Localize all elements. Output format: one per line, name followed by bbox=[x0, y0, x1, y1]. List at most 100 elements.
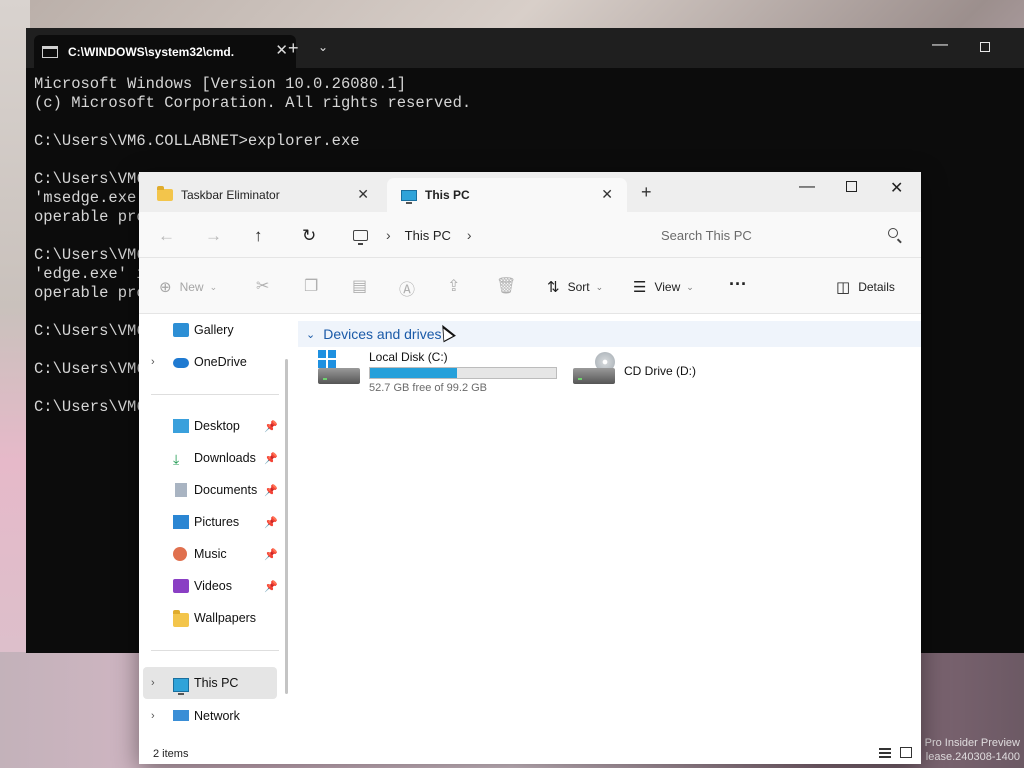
chevron-down-icon: ⌄ bbox=[209, 281, 218, 292]
nav-divider bbox=[151, 650, 279, 651]
cmd-line bbox=[34, 113, 471, 132]
group-header-devices[interactable]: ⌄ Devices and drives bbox=[298, 321, 921, 347]
details-view-icon[interactable] bbox=[879, 748, 891, 758]
paste-icon[interactable]: ▤ bbox=[352, 276, 367, 296]
cut-icon[interactable]: ✂ bbox=[256, 276, 269, 296]
tiles-view-icon[interactable] bbox=[900, 747, 912, 758]
minimize-button[interactable]: — bbox=[932, 36, 948, 54]
address-bar[interactable]: › This PC › bbox=[345, 219, 637, 251]
sidebar-item-videos[interactable]: Videos 📌 bbox=[139, 572, 289, 600]
back-arrow-icon[interactable]: ← bbox=[158, 226, 175, 246]
pin-icon[interactable]: 📌 bbox=[264, 420, 278, 433]
sidebar-item-label: Gallery bbox=[194, 323, 234, 337]
sidebar-item-onedrive[interactable]: › OneDrive bbox=[139, 348, 289, 376]
close-tab-icon[interactable]: ✕ bbox=[601, 186, 613, 203]
drive-name: Local Disk (C:) bbox=[369, 350, 448, 364]
group-header-label: Devices and drives bbox=[323, 326, 442, 342]
breadcrumb-this-pc[interactable]: This PC bbox=[405, 228, 451, 243]
sidebar-item-label: Desktop bbox=[194, 419, 240, 433]
sidebar-item-downloads[interactable]: ⤓ Downloads 📌 bbox=[139, 444, 289, 472]
chevron-right-icon[interactable]: › bbox=[467, 227, 472, 243]
sidebar-item-label: Downloads bbox=[194, 451, 256, 465]
close-window-button[interactable]: ✕ bbox=[890, 178, 903, 198]
maximize-button[interactable] bbox=[846, 181, 857, 192]
sidebar-item-desktop[interactable]: Desktop 📌 bbox=[139, 412, 289, 440]
cmd-titlebar[interactable]: C:\WINDOWS\system32\cmd. ✕ + ⌄ — bbox=[26, 28, 1024, 68]
up-arrow-icon[interactable]: ↑ bbox=[254, 226, 263, 246]
share-icon[interactable]: ⇪ bbox=[447, 276, 460, 296]
nav-scrollbar[interactable] bbox=[285, 359, 288, 694]
chevron-right-icon[interactable]: › bbox=[151, 710, 155, 722]
watermark-line-2: lease.240308-1400 bbox=[925, 751, 1020, 763]
view-button[interactable]: ☰ View ⌄ bbox=[633, 278, 694, 296]
details-pane-icon: ◫ bbox=[836, 279, 851, 296]
sidebar-item-music[interactable]: Music 📌 bbox=[139, 540, 289, 568]
drive-cd-d[interactable]: CD Drive (D:) bbox=[573, 350, 696, 388]
delete-icon[interactable]: 🗑 bbox=[496, 276, 516, 296]
pin-icon[interactable]: 📌 bbox=[264, 580, 278, 593]
cmd-line bbox=[34, 151, 471, 170]
tab-this-pc[interactable]: This PC ✕ bbox=[387, 178, 627, 212]
sidebar-item-label: Documents bbox=[194, 483, 258, 497]
drive-name: CD Drive (D:) bbox=[624, 364, 696, 378]
chevron-down-icon[interactable]: ⌄ bbox=[306, 328, 315, 341]
maximize-button[interactable] bbox=[980, 42, 990, 52]
sidebar-item-gallery[interactable]: Gallery bbox=[139, 316, 289, 344]
chevron-right-icon[interactable]: › bbox=[151, 677, 155, 689]
new-tab-button[interactable]: + bbox=[288, 38, 299, 59]
watermark-line-1: Pro Insider Preview bbox=[924, 737, 1020, 749]
rename-icon[interactable]: Ⓐ bbox=[399, 276, 415, 300]
chevron-down-icon[interactable]: ⌄ bbox=[318, 40, 328, 54]
pin-icon[interactable]: 📌 bbox=[264, 452, 278, 465]
terminal-icon bbox=[42, 45, 58, 58]
sidebar-item-label: Music bbox=[194, 547, 227, 561]
close-tab-icon[interactable]: ✕ bbox=[275, 41, 288, 59]
drive-usage-bar bbox=[369, 367, 557, 379]
new-icon: ⊕ bbox=[159, 279, 172, 296]
pin-icon[interactable]: 📌 bbox=[264, 548, 278, 561]
search-input[interactable]: Search This PC bbox=[646, 219, 912, 251]
explorer-titlebar[interactable]: Taskbar Eliminator ✕ This PC ✕ + — ✕ bbox=[139, 172, 921, 212]
document-icon bbox=[175, 483, 187, 497]
sidebar-item-label: This PC bbox=[194, 676, 239, 690]
minimize-button[interactable]: — bbox=[799, 178, 815, 196]
windows-logo-icon bbox=[318, 350, 336, 368]
sidebar-item-label: Videos bbox=[194, 579, 232, 593]
sidebar-item-label: Network bbox=[194, 709, 240, 723]
pin-icon[interactable]: 📌 bbox=[264, 484, 278, 497]
forward-arrow-icon[interactable]: → bbox=[205, 226, 222, 246]
desktop-icon bbox=[173, 419, 189, 433]
sidebar-item-this-pc[interactable]: › This PC bbox=[143, 667, 277, 699]
cmd-line: (c) Microsoft Corporation. All rights re… bbox=[34, 94, 472, 112]
tab-taskbar-eliminator[interactable]: Taskbar Eliminator ✕ bbox=[143, 178, 383, 212]
nav-divider bbox=[151, 394, 279, 395]
drive-local-disk-c[interactable]: Local Disk (C:) 52.7 GB free of 99.2 GB bbox=[318, 350, 557, 394]
chevron-right-icon[interactable]: › bbox=[386, 227, 391, 243]
folder-icon bbox=[157, 186, 173, 201]
sidebar-item-pictures[interactable]: Pictures 📌 bbox=[139, 508, 289, 536]
navigation-pane: Gallery › OneDrive Desktop 📌 ⤓ Downloads… bbox=[139, 314, 289, 744]
drive-free-space: 52.7 GB free of 99.2 GB bbox=[369, 382, 488, 394]
cmd-tab[interactable]: C:\WINDOWS\system32\cmd. ✕ bbox=[34, 35, 296, 68]
copy-icon[interactable]: ❐ bbox=[304, 276, 318, 296]
tab-label: This PC bbox=[425, 188, 470, 202]
refresh-icon[interactable]: ↻ bbox=[302, 226, 316, 246]
sidebar-item-documents[interactable]: Documents 📌 bbox=[139, 476, 289, 504]
status-bar: 2 items bbox=[139, 744, 921, 764]
explorer-body: Gallery › OneDrive Desktop 📌 ⤓ Downloads… bbox=[139, 314, 921, 744]
chevron-right-icon[interactable]: › bbox=[151, 356, 155, 368]
drive-usage-fill bbox=[370, 368, 458, 378]
details-button[interactable]: ◫ Details bbox=[836, 278, 895, 296]
chevron-down-icon: ⌄ bbox=[595, 281, 604, 292]
new-tab-button[interactable]: + bbox=[641, 182, 652, 203]
more-options-icon[interactable]: ··· bbox=[729, 274, 747, 295]
network-icon bbox=[173, 710, 189, 721]
close-tab-icon[interactable]: ✕ bbox=[357, 186, 369, 203]
pin-icon[interactable]: 📌 bbox=[264, 516, 278, 529]
cd-drive-icon bbox=[573, 350, 619, 388]
sidebar-item-network[interactable]: › Network bbox=[139, 702, 289, 730]
new-button[interactable]: ⊕ New ⌄ bbox=[159, 278, 217, 296]
sidebar-item-wallpapers[interactable]: Wallpapers bbox=[139, 604, 289, 632]
search-placeholder: Search This PC bbox=[661, 227, 752, 243]
sort-button[interactable]: ⇅ Sort ⌄ bbox=[547, 278, 603, 296]
